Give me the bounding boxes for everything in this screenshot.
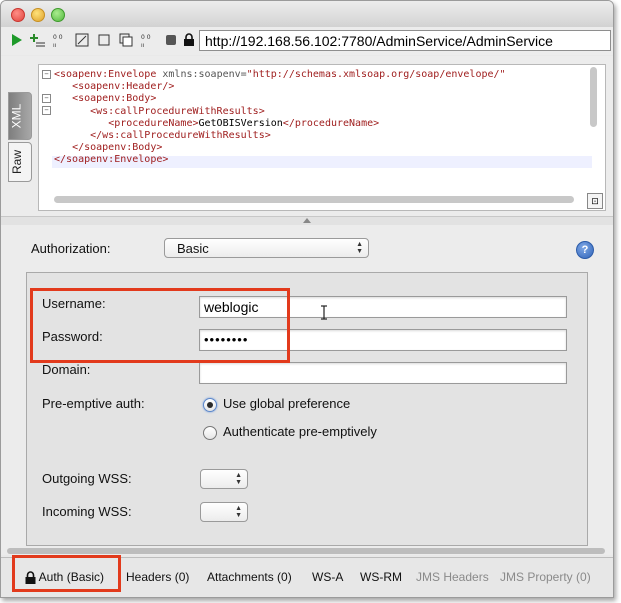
credentials-highlight-box [30,288,290,363]
tab-xml-label: XML [9,103,24,129]
authenticate-preemptively-label[interactable]: Authenticate pre-emptively [223,424,377,439]
xml-code: <soapenv:Envelope xmlns:soapenv="http://… [54,69,506,167]
run-icon[interactable] [9,32,25,48]
tab-xml[interactable]: XML [8,92,32,140]
authorization-select[interactable]: Basic ▲ ▼ [164,238,369,258]
outgoing-wss-label: Outgoing WSS: [42,471,132,486]
tab-raw-label: Raw [10,149,25,175]
authenticate-preemptively-radio[interactable] [203,426,217,440]
tab-jms-property[interactable]: JMS Property (0) [500,570,591,584]
xml-line-4: <ws:callProcedureWithResults> [90,105,265,117]
options-icon[interactable]: 0 0 ıı [141,32,157,48]
horizontal-scrollbar[interactable] [54,196,574,203]
tab-headers[interactable]: Headers (0) [126,570,189,584]
format-icon[interactable] [74,32,90,48]
tab-jms-headers[interactable]: JMS Headers [416,570,489,584]
svg-text:0 0: 0 0 [141,34,151,41]
auth-tab-highlight-box [12,555,121,592]
xml-line-3: <soapenv:Body> [72,93,157,105]
request-editor-panel: XML Raw − − − <soapenv:Envelope xmlns:so… [1,56,613,216]
preemptive-label: Pre-emptive auth: [42,396,145,411]
xml-line-1: <soapenv:Envelope xmlns:soapenv="http://… [54,69,506,80]
recreate-request-icon[interactable]: 0 0 ıı [53,32,69,48]
svg-text:0 0: 0 0 [53,34,63,41]
select-arrows-icon: ▲ ▼ [356,241,363,255]
fold-toggle-icon[interactable]: − [42,70,51,79]
fold-toggle-icon[interactable]: − [42,94,51,103]
endpoint-url-field[interactable]: http://192.168.56.102:7780/AdminService/… [199,30,611,51]
request-toolbar: 0 0 ıı 0 0 ıı http://192.168.56.102:7780/A… [1,27,613,55]
xml-line-2: <soapenv:Header/> [72,81,175,93]
help-icon[interactable]: ? [576,241,594,259]
select-icon[interactable] [96,32,112,48]
tab-ws-rm[interactable]: WS-RM [360,570,402,584]
domain-field[interactable] [199,362,567,384]
incoming-wss-select[interactable]: ▲ ▼ [200,502,248,522]
tab-ws-a[interactable]: WS-A [312,570,343,584]
xml-line-8: </soapenv:Envelope> [54,154,169,166]
authorization-value: Basic [177,241,209,256]
xml-line-7: </soapenv:Body> [72,142,163,154]
xml-line-5: <procedureName>GetOBISVersion</procedure… [108,117,380,129]
add-assertion-icon[interactable] [30,32,46,48]
svg-text:ıı: ıı [141,42,145,48]
svg-text:ıı: ıı [53,42,57,48]
text-cursor-icon [321,305,327,320]
use-global-preference-radio[interactable] [203,398,217,412]
resize-corner-icon[interactable]: ⊡ [587,193,603,209]
outgoing-wss-select[interactable]: ▲ ▼ [200,469,248,489]
lock-icon[interactable] [181,32,197,48]
fold-toggle-icon[interactable]: − [42,106,51,115]
vertical-scrollbar[interactable] [590,67,597,127]
authorization-label: Authorization: [31,241,111,256]
stop-icon[interactable] [163,32,179,48]
tab-raw[interactable]: Raw [8,142,32,182]
tab-attachments[interactable]: Attachments (0) [207,570,292,584]
title-bar [1,1,613,28]
auth-horizontal-scrollbar[interactable] [7,548,605,554]
use-global-preference-label[interactable]: Use global preference [223,396,350,411]
xml-editor[interactable]: − − − <soapenv:Envelope xmlns:soapenv="h… [38,64,606,211]
fold-gutter: − − − [39,65,51,210]
select-arrows-icon: ▲ ▼ [235,472,242,486]
select-arrows-icon: ▲ ▼ [235,505,242,519]
auth-panel: Authorization: Basic ▲ ▼ ? Username: webl… [1,225,613,555]
zoom-window-button[interactable] [51,8,65,22]
close-window-button[interactable] [11,8,25,22]
xml-line-6: </ws:callProcedureWithResults> [90,130,271,142]
clone-icon[interactable] [118,32,134,48]
minimize-window-button[interactable] [31,8,45,22]
domain-label: Domain: [42,362,91,377]
incoming-wss-label: Incoming WSS: [42,504,132,519]
